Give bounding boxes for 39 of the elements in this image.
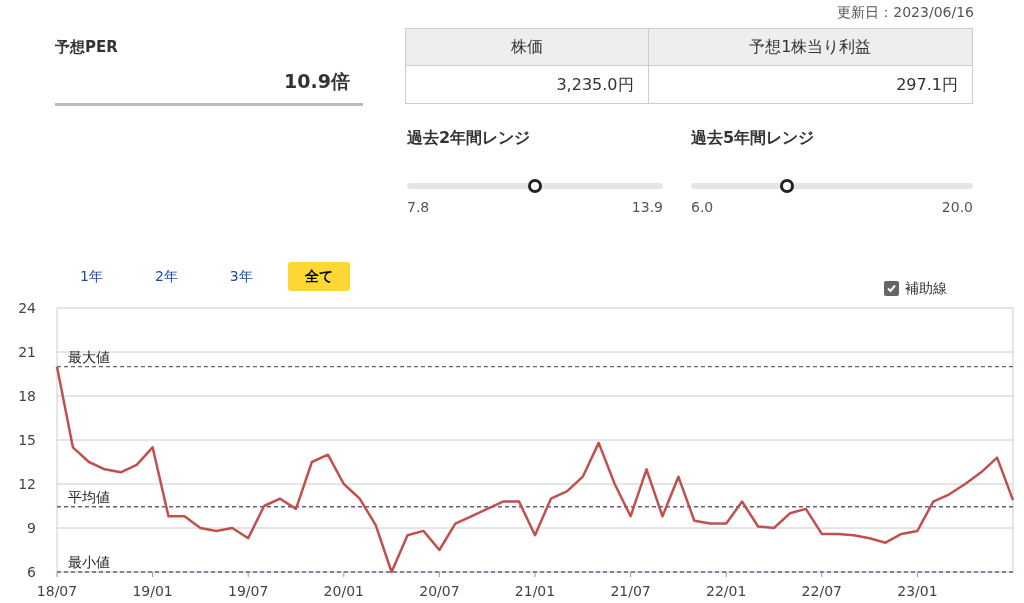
x-tick-label: 20/01 [323,583,364,599]
period-tab[interactable]: 1年 [63,262,120,291]
y-tick-label: 9 [27,520,36,536]
range-min: 6.0 [691,198,714,217]
range-max: 20.0 [941,198,973,217]
x-tick-label: 19/01 [132,583,173,599]
table-cell: 3,235.0円 [405,65,648,104]
reference-label: 平均値 [68,488,110,505]
per-label: 予想PER [55,37,119,58]
x-tick-label: 23/01 [897,583,938,599]
reference-label: 最小値 [68,554,110,570]
update-date: 更新日：2023/06/16 [837,3,974,22]
period-tab[interactable]: 3年 [212,262,270,291]
period-tab[interactable]: 全て [287,262,350,291]
y-tick-label: 6 [27,564,36,580]
x-tick-label: 20/07 [419,583,460,599]
range-max: 13.9 [631,198,663,217]
column-header: 予想1株当り利益 [648,28,973,66]
reference-label: 最大値 [68,348,110,365]
x-tick-label: 18/07 [36,583,78,599]
x-tick-label: 22/07 [801,583,842,599]
column-header: 株価 [405,28,648,66]
x-tick-label: 19/07 [228,583,269,599]
y-tick-label: 12 [18,476,36,492]
y-tick-label: 21 [18,344,36,360]
range-title: 過去2年間レンジ [407,127,532,149]
x-tick-label: 21/01 [514,583,556,599]
y-tick-label: 24 [18,300,36,316]
checkbox-label: 補助線 [905,279,947,298]
range-min: 7.8 [407,198,430,217]
x-tick-label: 22/01 [706,583,747,599]
per-value: 10.9倍 [284,68,350,94]
table-cell: 297.1円 [648,65,973,104]
range-title: 過去5年間レンジ [691,127,816,149]
x-tick-label: 21/07 [610,583,651,599]
y-tick-label: 18 [18,388,36,404]
period-tab[interactable]: 2年 [137,262,195,291]
checkbox[interactable] [884,281,899,296]
y-tick-label: 15 [18,432,36,448]
